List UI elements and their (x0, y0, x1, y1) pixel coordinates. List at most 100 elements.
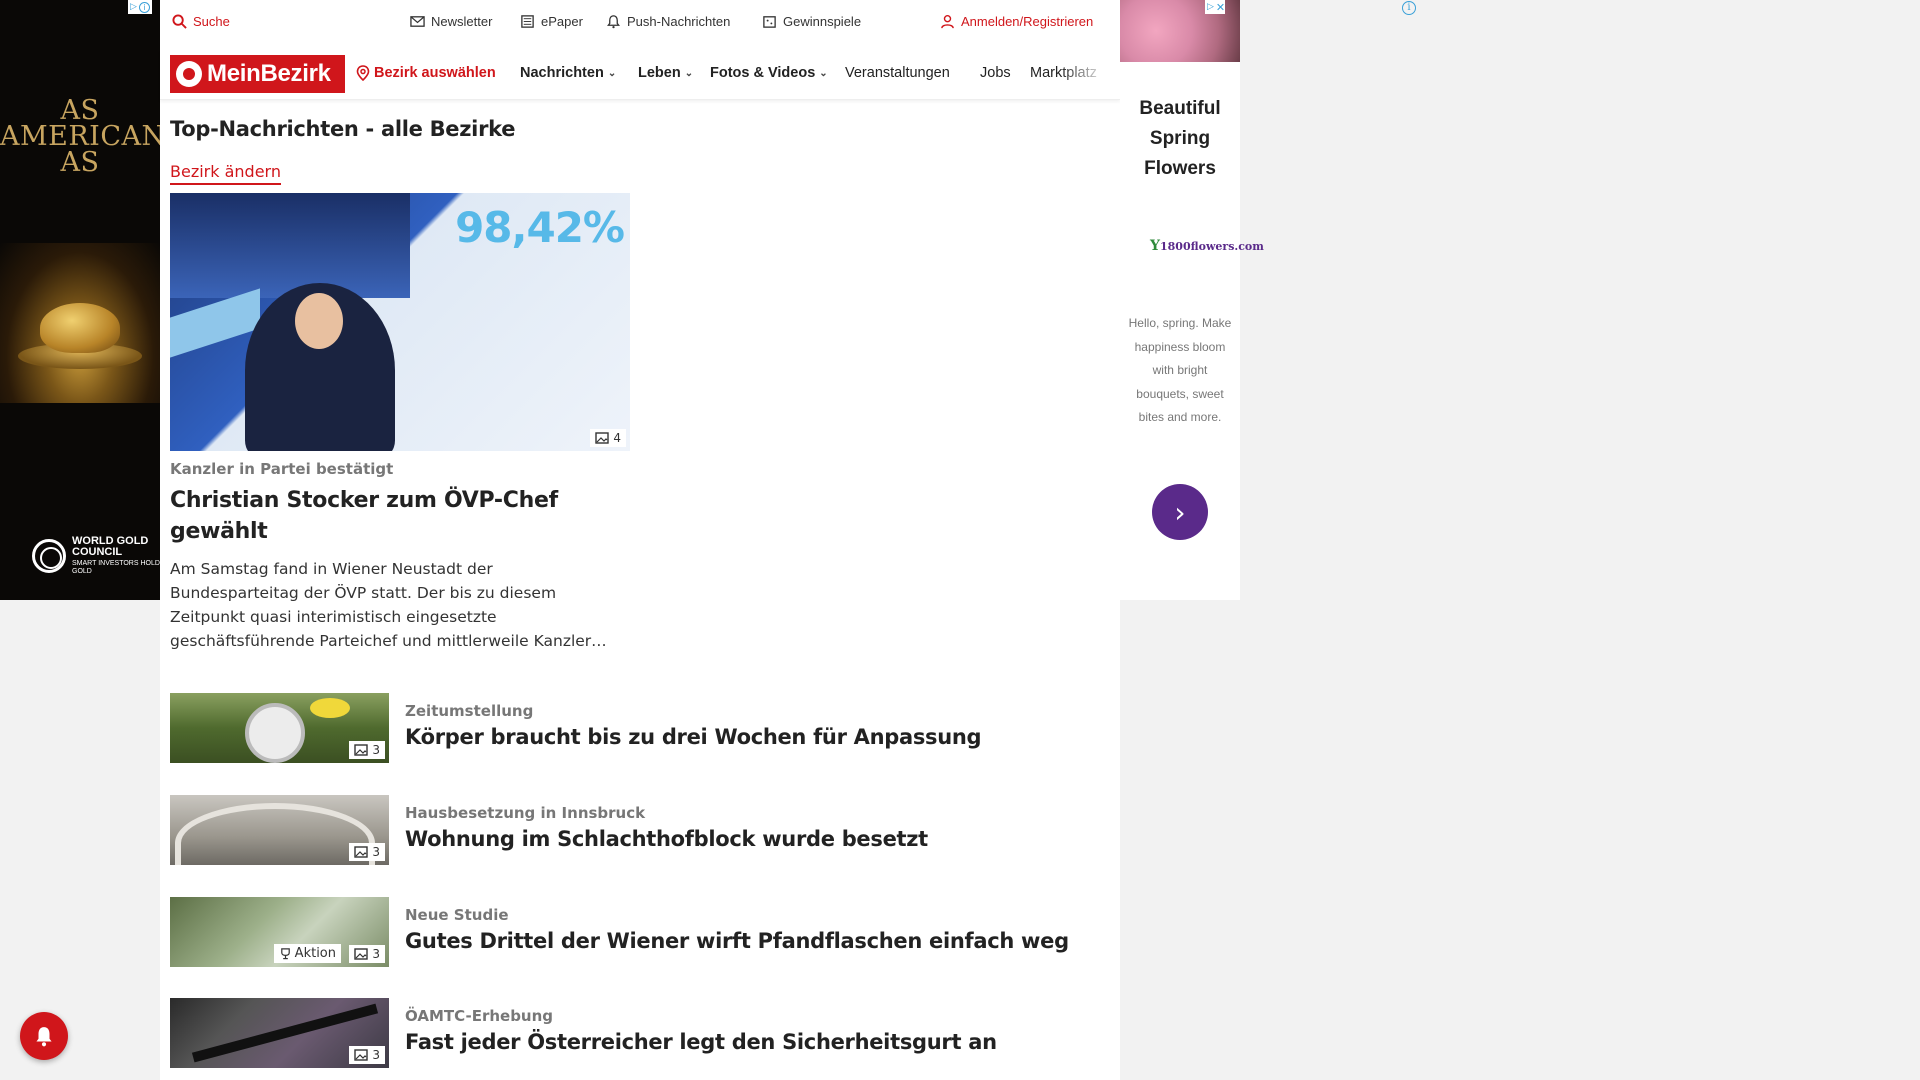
nav-item-label: Nachrichten (520, 65, 604, 81)
hero-image-text: 98,42% (455, 203, 625, 252)
ad-logo-tagline: SMART INVESTORS HOLD GOLD (72, 560, 160, 575)
chevron-down-icon: ⌄ (607, 67, 617, 79)
world-gold-council-icon (32, 539, 66, 573)
nav-item-nachrichten[interactable]: Nachrichten ⌄ (520, 65, 616, 81)
right-ad-banner[interactable]: Beautiful Spring Flowers Y1800flowers.co… (1120, 0, 1264, 600)
info-icon[interactable]: i (1402, 1, 1416, 15)
main-column: Suche Newsletter ePaper Push-Nachrichten… (160, 0, 1120, 1080)
search-label: Suche (193, 14, 230, 29)
promo-badge: Aktion (273, 944, 341, 963)
nav-item-label: Fotos & Videos (710, 65, 816, 81)
image-count-badge: 3 (349, 741, 385, 759)
nav-item-jobs[interactable]: Jobs (980, 65, 1011, 81)
article-title[interactable]: Gutes Drittel der Wiener wirft Pfandflas… (405, 929, 1069, 953)
chevron-right-icon[interactable]: › (1152, 484, 1208, 540)
logo-icon (176, 61, 202, 87)
gallery-icon (595, 432, 610, 444)
article-thumbnail[interactable]: 3 (170, 693, 389, 763)
nav-item-leben[interactable]: Leben ⌄ (638, 65, 693, 81)
user-icon (941, 14, 954, 29)
list-item[interactable]: 3 Hausbesetzung in Innsbruck Wohnung im … (170, 795, 1110, 865)
bell-icon (607, 15, 620, 29)
gift-icon (763, 16, 776, 28)
image-count: 4 (613, 431, 621, 445)
contests-label: Gewinnspiele (783, 14, 862, 29)
image-count-badge: 3 (349, 1046, 385, 1064)
newspaper-icon (521, 15, 534, 28)
district-select[interactable]: Bezirk auswählen (356, 65, 496, 81)
image-count: 3 (372, 947, 380, 961)
article-title[interactable]: Körper braucht bis zu drei Wochen für An… (405, 725, 982, 749)
ad-logo: WORLD GOLD COUNCIL SMART INVESTORS HOLD … (32, 536, 160, 576)
logo-text: MeinBezirk (207, 60, 331, 87)
gallery-icon (354, 948, 369, 960)
nav-item-label: Leben (638, 65, 681, 81)
article-kicker: Neue Studie (405, 906, 509, 924)
article-title[interactable]: Wohnung im Schlachthofblock wurde besetz… (405, 827, 928, 851)
login-link[interactable]: Anmelden/Registrieren (940, 14, 1093, 29)
hero-title[interactable]: Christian Stocker zum ÖVP-Chef gewählt (170, 485, 610, 547)
list-item[interactable]: 3 Zeitumstellung Körper braucht bis zu d… (170, 693, 1110, 763)
article-kicker: Zeitumstellung (405, 702, 534, 720)
nav-item-label: Jobs (980, 65, 1011, 81)
notification-bell-button[interactable] (20, 1012, 68, 1060)
ad-brand-text: 1800flowers.com (1160, 240, 1264, 253)
epaper-label: ePaper (541, 14, 583, 29)
image-count-badge: 3 (349, 843, 385, 861)
ad-body: Hello, spring. Make happiness bloom with… (1128, 316, 1232, 424)
nav-fade (1060, 50, 1120, 99)
promo-label: Aktion (294, 946, 336, 961)
ad-logo-text: WORLD GOLD COUNCIL (72, 535, 149, 558)
image-count-badge: 3 (349, 945, 385, 963)
image-count: 3 (372, 1048, 380, 1062)
gallery-icon (354, 1049, 369, 1061)
chevron-down-icon: ⌄ (684, 67, 694, 79)
top-bar: Suche Newsletter ePaper Push-Nachrichten… (160, 0, 1120, 46)
login-label: Anmelden/Registrieren (961, 14, 1094, 29)
bell-icon (36, 1027, 52, 1047)
newsletter-link[interactable]: Newsletter (410, 14, 492, 29)
ad-title: Beautiful Spring Flowers (1139, 98, 1221, 179)
image-count-badge: 4 (590, 429, 626, 447)
article-thumbnail[interactable]: 3 (170, 998, 389, 1068)
search-link[interactable]: Suche (172, 14, 230, 29)
hero-teaser: Am Samstag fand in Wiener Neustadt der B… (170, 560, 607, 650)
trophy-icon (280, 948, 290, 960)
push-link[interactable]: Push-Nachrichten (606, 14, 730, 29)
nav-bar: MeinBezirk Bezirk auswählen Nachrichten … (160, 50, 1120, 100)
chevron-down-icon: ⌄ (819, 67, 828, 79)
contests-link[interactable]: Gewinnspiele (762, 14, 861, 29)
adchoices-icon[interactable]: ▷ ✕ (1205, 0, 1225, 14)
adchoices-icon[interactable]: ▷ i (128, 0, 152, 14)
site-logo[interactable]: MeinBezirk (170, 55, 345, 93)
article-kicker: ÖAMTC-Erhebung (405, 1007, 554, 1025)
district-select-label: Bezirk auswählen (374, 65, 496, 81)
push-label: Push-Nachrichten (627, 14, 731, 29)
image-count: 3 (372, 743, 380, 757)
nav-item-veranstaltungen[interactable]: Veranstaltungen (845, 65, 950, 81)
ad-image (0, 243, 160, 403)
nav-item-label: Veranstaltungen (845, 65, 950, 81)
ad-brand-logo: Y1800flowers.com (1150, 238, 1264, 254)
gallery-icon (354, 846, 369, 858)
article-thumbnail[interactable]: Aktion 3 (170, 897, 389, 967)
newsletter-label: Newsletter (431, 14, 493, 29)
location-pin-icon (356, 65, 370, 81)
hero-kicker: Kanzler in Partei bestätigt (170, 460, 394, 478)
list-item[interactable]: 3 ÖAMTC-Erhebung Fast jeder Österreicher… (170, 998, 1110, 1068)
image-count: 3 (372, 845, 380, 859)
nav-item-fotos-videos[interactable]: Fotos & Videos ⌄ (710, 65, 828, 81)
change-district-link[interactable]: Bezirk ändern (170, 162, 281, 185)
epaper-link[interactable]: ePaper (520, 14, 583, 29)
left-ad-banner[interactable]: AS AMERICAN AS WORLD GOLD COUNCIL SMART … (0, 0, 160, 600)
mail-icon (410, 16, 425, 27)
hero-image[interactable]: 98,42% 4 (170, 193, 630, 451)
gallery-icon (354, 744, 369, 756)
article-thumbnail[interactable]: 3 (170, 795, 389, 865)
list-item[interactable]: Aktion 3 Neue Studie Gutes Drittel der W… (170, 897, 1110, 967)
article-kicker: Hausbesetzung in Innsbruck (405, 804, 646, 822)
ad-headline: AS AMERICAN AS (0, 95, 160, 178)
section-title: Top-Nachrichten - alle Bezirke (170, 117, 516, 141)
article-title[interactable]: Fast jeder Österreicher legt den Sicherh… (405, 1030, 997, 1054)
search-icon (172, 14, 187, 29)
